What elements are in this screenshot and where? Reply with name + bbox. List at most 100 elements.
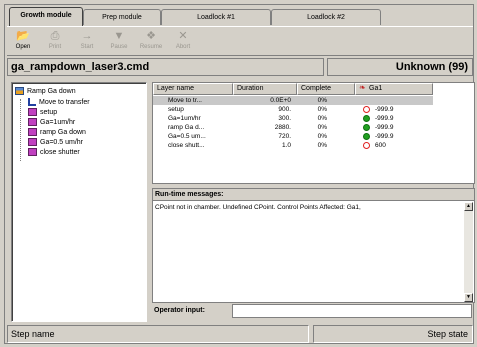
start-button[interactable]: → Start xyxy=(73,29,101,55)
runtime-messages-text[interactable]: CPoint not in chamber. Undefined CPoint.… xyxy=(155,203,455,212)
cell-name: ramp Ga d... xyxy=(168,124,205,131)
tab-prep-module[interactable]: Prep module xyxy=(83,9,161,25)
x-icon: ✕ xyxy=(178,30,188,42)
toolbar: 📂 Open ⎙ Print → Start ▼ Pause ❖ Resume … xyxy=(7,26,473,56)
layer-step-icon xyxy=(28,148,37,157)
layer-step-icon xyxy=(28,138,37,147)
cell-ga1: -999.9 xyxy=(375,106,394,113)
print-button[interactable]: ⎙ Print xyxy=(41,29,69,55)
resume-icon: ❖ xyxy=(146,30,156,42)
tree-item-move-to-transfer[interactable]: Move to transfer xyxy=(28,98,90,108)
tab-loadlock-2[interactable]: Loadlock #2 xyxy=(271,9,381,25)
cell-complete: 0% xyxy=(317,106,327,113)
cell-name: Ga=1um/hr xyxy=(168,115,201,122)
tree-root-label: Ramp Ga down xyxy=(27,88,76,95)
tree-item-setup[interactable]: setup xyxy=(28,108,57,118)
column-ga1-label: Ga1 xyxy=(369,85,383,92)
recipe-icon xyxy=(15,87,24,96)
resume-button[interactable]: ❖ Resume xyxy=(137,29,165,55)
status-indicator-green xyxy=(363,115,370,122)
tree-item-label: ramp Ga down xyxy=(40,129,86,136)
cell-duration: 0.0E+0 xyxy=(270,97,291,104)
tree-item-close-shutter[interactable]: close shutter xyxy=(28,148,80,158)
pause-button[interactable]: ▼ Pause xyxy=(105,29,133,55)
printer-icon: ⎙ xyxy=(50,30,60,42)
module-state: Unknown (99) xyxy=(327,58,473,76)
runtime-messages-panel: Run-time messages: CPoint not in chamber… xyxy=(152,188,475,303)
cell-duration: 300. xyxy=(278,115,291,122)
resume-label: Resume xyxy=(139,44,163,50)
cell-complete: 0% xyxy=(317,142,327,149)
cell-name: Ga=0.5 um... xyxy=(168,133,206,140)
tree-item-label: Ga=0.5 um/hr xyxy=(40,139,83,146)
flame-icon: ❧ xyxy=(359,83,366,92)
scroll-up-button[interactable]: ▲ xyxy=(464,202,473,211)
layer-step-icon xyxy=(28,108,37,117)
cell-complete: 0% xyxy=(317,97,327,104)
folder-open-icon: 📂 xyxy=(16,30,30,42)
open-label: Open xyxy=(15,44,31,50)
cell-ga1: -999.9 xyxy=(375,115,394,122)
operator-input-row: Operator input: xyxy=(152,304,475,318)
tree-item-ramp-ga-down[interactable]: ramp Ga down xyxy=(28,128,86,138)
status-indicator-green xyxy=(363,133,370,140)
cell-name: Move to tr... xyxy=(168,97,202,104)
operator-input-label: Operator input: xyxy=(154,307,205,314)
column-layer-name[interactable]: Layer name xyxy=(153,83,233,95)
step-name-status: Step name xyxy=(7,325,309,343)
cell-duration: 1.0 xyxy=(281,142,291,149)
tree-item-label: Move to transfer xyxy=(39,99,90,106)
status-indicator-empty xyxy=(363,106,370,113)
abort-button[interactable]: ✕ Abort xyxy=(169,29,197,55)
pause-label: Pause xyxy=(110,44,128,50)
layer-table[interactable]: Layer name Duration Complete ❧ Ga1 Move t… xyxy=(152,82,475,184)
recipe-header: ga_rampdown_laser3.cmd Unknown (99) xyxy=(7,58,473,76)
messages-scrollbar[interactable]: ▲ ▼ xyxy=(464,202,473,302)
layer-step-icon xyxy=(28,118,37,127)
tree-item-ga-1um[interactable]: Ga=1um/hr xyxy=(28,118,75,128)
cell-ga1: -999.9 xyxy=(375,133,394,140)
recipe-tree[interactable]: Ramp Ga down Move to transfer setup Ga=1… xyxy=(11,82,147,322)
cell-complete: 0% xyxy=(317,133,327,140)
table-row[interactable]: Ga=1um/hr 300. 0% -999.9 xyxy=(153,114,433,123)
cell-duration: 2880. xyxy=(274,124,291,131)
column-ga1[interactable]: ❧ Ga1 xyxy=(355,83,433,95)
tree-root[interactable]: Ramp Ga down xyxy=(15,87,76,97)
start-label: Start xyxy=(80,44,94,50)
layer-step-icon xyxy=(28,128,37,137)
runtime-messages-title: Run-time messages: xyxy=(153,189,474,201)
pause-icon: ▼ xyxy=(113,30,125,42)
cell-duration: 900. xyxy=(278,106,291,113)
scroll-down-button[interactable]: ▼ xyxy=(464,293,473,302)
operator-input-field[interactable] xyxy=(232,304,472,318)
column-complete[interactable]: Complete xyxy=(297,83,355,95)
tree-item-label: Ga=1um/hr xyxy=(40,119,76,126)
app-window: Growth module Prep module Loadlock #1 Lo… xyxy=(4,4,475,344)
abort-label: Abort xyxy=(175,44,191,50)
arrow-right-icon: → xyxy=(81,30,93,42)
cell-complete: 0% xyxy=(317,115,327,122)
table-row[interactable]: Move to tr... 0.0E+0 0% xyxy=(153,96,433,105)
step-state-status: Step state xyxy=(313,325,473,343)
tree-item-label: setup xyxy=(40,109,58,116)
column-duration[interactable]: Duration xyxy=(233,83,297,95)
table-row[interactable]: setup 900. 0% -999.9 xyxy=(153,105,433,114)
table-row[interactable]: ramp Ga d... 2880. 0% -999.9 xyxy=(153,123,433,132)
status-indicator-green xyxy=(363,124,370,131)
print-label: Print xyxy=(48,44,62,50)
status-bar: Step name Step state xyxy=(7,325,473,343)
move-step-icon xyxy=(28,98,36,107)
tab-loadlock-1[interactable]: Loadlock #1 xyxy=(161,9,271,25)
cell-ga1: -999.9 xyxy=(375,124,394,131)
table-row[interactable]: Ga=0.5 um... 720. 0% -999.9 xyxy=(153,132,433,141)
module-tabs: Growth module Prep module Loadlock #1 Lo… xyxy=(5,5,475,26)
open-button[interactable]: 📂 Open xyxy=(9,29,37,55)
tree-item-label: close shutter xyxy=(40,149,80,156)
recipe-filename: ga_rampdown_laser3.cmd xyxy=(7,58,324,76)
table-row[interactable]: close shutt... 1.0 0% 600 xyxy=(153,141,433,150)
cell-complete: 0% xyxy=(317,124,327,131)
tab-growth-module[interactable]: Growth module xyxy=(9,7,83,26)
tree-item-ga-0-5um[interactable]: Ga=0.5 um/hr xyxy=(28,138,83,148)
table-header: Layer name Duration Complete ❧ Ga1 xyxy=(153,83,474,95)
cell-name: close shutt... xyxy=(168,142,205,149)
